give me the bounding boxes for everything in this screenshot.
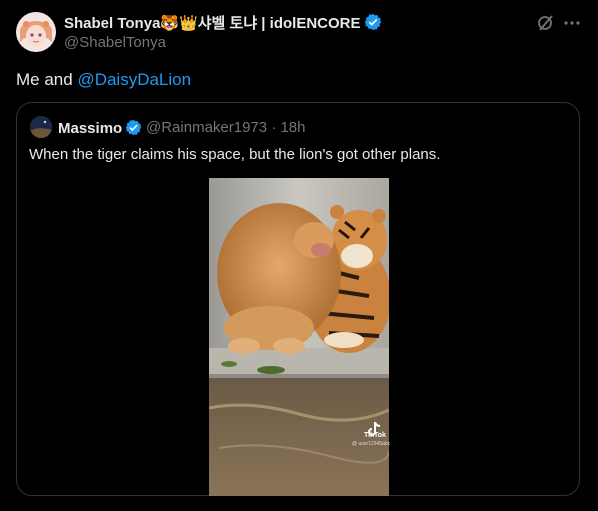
author-avatar[interactable] <box>16 12 56 52</box>
tweet-body: Me and <box>16 70 78 89</box>
grok-icon[interactable] <box>536 13 556 33</box>
quoted-text: When the tiger claims his space, but the… <box>29 146 441 163</box>
author-display-name[interactable]: Shabel Tonya🐯👑샤벨 토냐 | idolENCORE <box>64 15 361 32</box>
quoted-author-avatar[interactable] <box>30 116 52 138</box>
verified-badge-icon <box>364 13 382 36</box>
author-handle[interactable]: @ShabelTonya <box>64 34 166 52</box>
mention-link[interactable]: @DaisyDaLion <box>77 70 191 89</box>
tweet-text: Me and @DaisyDaLion <box>16 69 191 91</box>
video-thumbnail[interactable] <box>209 178 389 496</box>
author-name[interactable]: Shabel Tonya🐯👑샤벨 토냐 | idolENCORE <box>64 13 382 36</box>
quoted-author-name[interactable]: Massimo <box>58 119 142 141</box>
tiktok-username: @ user12345abc <box>352 441 391 447</box>
lion-tiger-image <box>209 178 389 496</box>
quoted-handle-time[interactable]: @Rainmaker1973 · 18h <box>146 119 305 137</box>
verified-badge-icon <box>125 119 142 141</box>
quoted-display-name[interactable]: Massimo <box>58 120 122 137</box>
tiktok-watermark: TikTok <box>364 432 386 439</box>
more-icon[interactable] <box>562 13 582 33</box>
